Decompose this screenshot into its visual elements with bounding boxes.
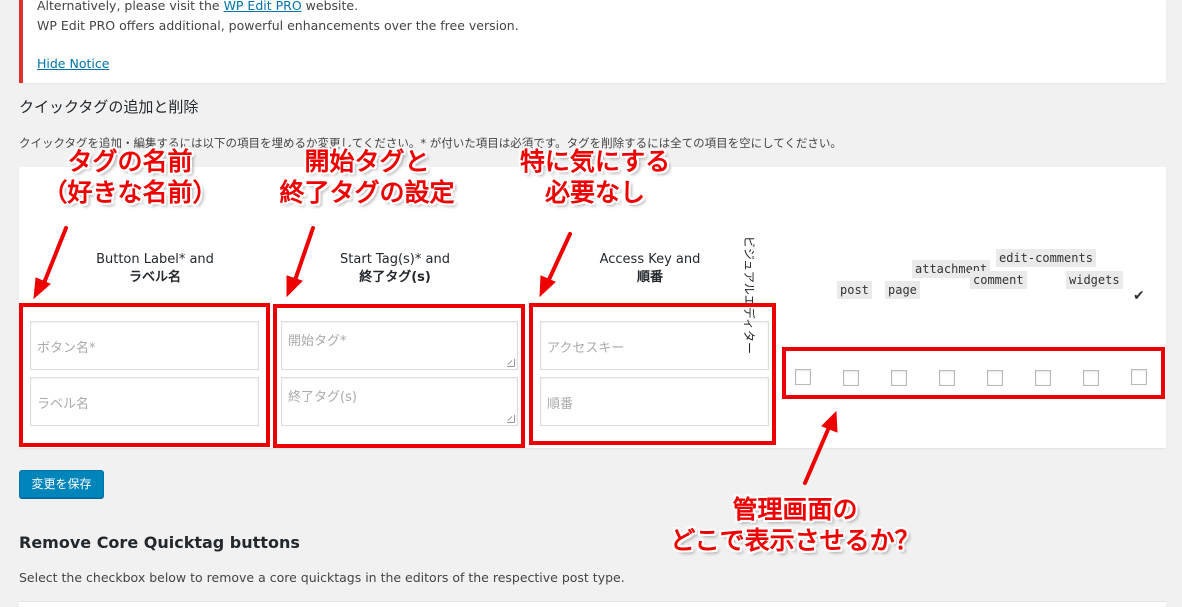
section-title: クイックタグの追加と削除 [19, 98, 199, 116]
annotation-tag-name: タグの名前 （好きな名前） [42, 147, 218, 208]
checkbox-attachment[interactable] [939, 370, 955, 386]
start-tag-field[interactable]: 開始タグ* [281, 321, 518, 370]
checkbox-widgets[interactable] [1083, 370, 1099, 386]
label-name-field[interactable]: ラベル名 [30, 377, 259, 426]
checkbox-all[interactable] [1131, 369, 1147, 385]
notice-line2: WP Edit PRO offers additional, powerful … [37, 18, 519, 33]
resize-handle-icon[interactable] [507, 359, 515, 367]
order-field[interactable]: 順番 [540, 377, 769, 426]
post-type-post: post [837, 281, 872, 299]
post-type-comment: comment [970, 271, 1027, 289]
access-key-field[interactable]: アクセスキー [540, 321, 769, 370]
access-key-header: Access Key and 順番 [599, 252, 701, 285]
save-changes-button[interactable]: 変更を保存 [19, 470, 104, 498]
remove-core-title: Remove Core Quicktag buttons [19, 533, 300, 552]
resize-handle-icon[interactable] [507, 415, 515, 423]
wp-edit-pro-link[interactable]: WP Edit PRO [224, 0, 302, 13]
end-tag-field[interactable]: 終了タグ(s) [281, 377, 518, 426]
hide-notice-link[interactable]: Hide Notice [37, 54, 109, 73]
annotation-where-display: 管理画面の どこで表示させるか？ [670, 495, 920, 556]
checkbox-page[interactable] [891, 370, 907, 386]
post-type-edit-comments: edit-comments [996, 249, 1096, 267]
checkbox-visual-editor[interactable] [795, 369, 811, 385]
annotation-start-end-tag: 開始タグと 終了タグの設定 [279, 147, 455, 208]
notice-line1: Alternatively, please visit the WP Edit … [37, 0, 359, 13]
button-label-header: Button Label* and ラベル名 [96, 252, 214, 285]
button-name-field[interactable]: ボタン名* [30, 321, 259, 370]
post-type-page: page [885, 281, 920, 299]
remove-core-panel [19, 601, 1166, 607]
pro-notice: Alternatively, please visit the WP Edit … [19, 0, 1166, 83]
checkbox-post[interactable] [843, 370, 859, 386]
remove-core-description: Select the checkbox below to remove a co… [19, 570, 625, 585]
check-icon: ✔ [1133, 288, 1145, 304]
start-tag-header: Start Tag(s)* and 終了タグ(s) [340, 252, 450, 285]
annotation-no-worry: 特に気にする 必要なし [519, 147, 671, 208]
visual-editor-header: ビジュアルエディター [742, 236, 756, 354]
checkbox-comment[interactable] [987, 370, 1003, 386]
checkbox-edit-comments[interactable] [1035, 370, 1051, 386]
post-type-widgets: widgets [1066, 271, 1123, 289]
